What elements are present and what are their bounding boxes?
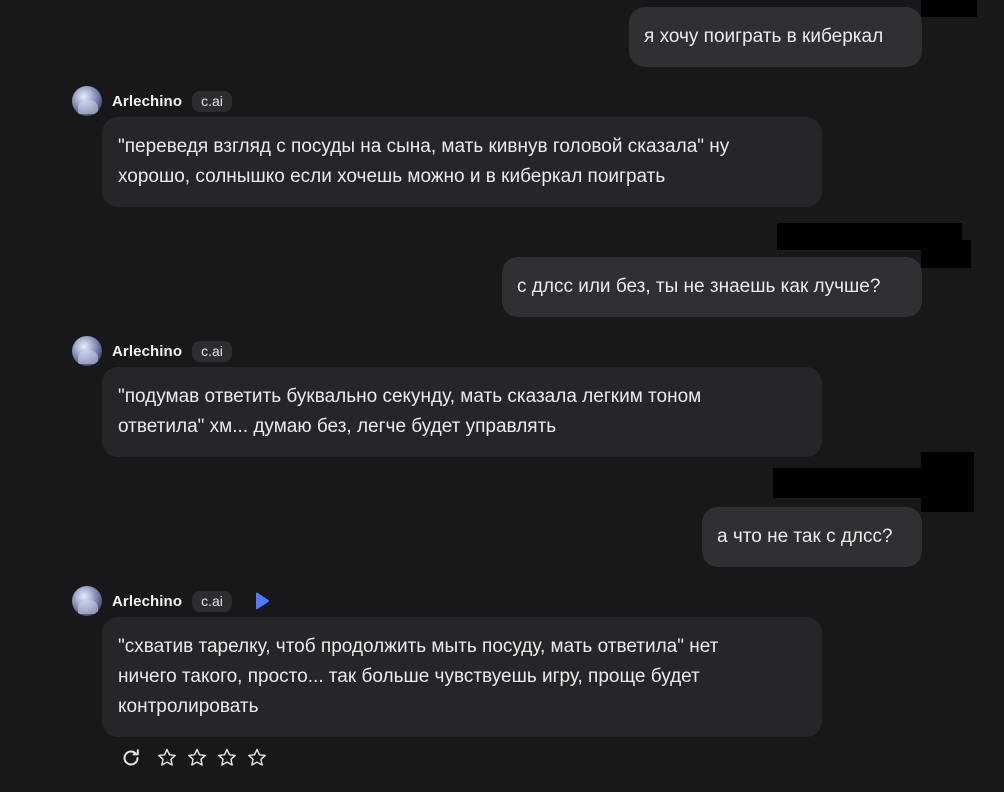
bot-name[interactable]: Arlechino — [112, 343, 182, 360]
chat-view: я хочу поиграть в киберкал Arlechino c.a… — [0, 0, 1004, 792]
cai-badge: c.ai — [192, 90, 232, 112]
user-message-text: я хочу поиграть в киберкал — [644, 26, 884, 47]
play-icon[interactable] — [254, 592, 270, 610]
star-icon[interactable] — [216, 747, 238, 769]
cai-badge: c.ai — [192, 340, 232, 362]
user-message: а что не так с длсс? — [702, 507, 922, 567]
bot-header: Arlechino c.ai — [72, 586, 270, 616]
avatar[interactable] — [72, 336, 102, 366]
bot-message: "подумав ответить буквально секунду, мат… — [102, 367, 822, 457]
bot-name[interactable]: Arlechino — [112, 593, 182, 610]
bot-name[interactable]: Arlechino — [112, 93, 182, 110]
refresh-icon[interactable] — [120, 747, 142, 769]
redacted-block — [921, 452, 974, 512]
cai-badge: c.ai — [192, 590, 232, 612]
bot-message: "переведя взгляд с посуды на сына, мать … — [102, 117, 822, 207]
avatar[interactable] — [72, 586, 102, 616]
user-message: с длсс или без, ты не знаешь как лучше? — [502, 257, 922, 317]
star-icon[interactable] — [186, 747, 208, 769]
star-icon[interactable] — [156, 747, 178, 769]
bot-header: Arlechino c.ai — [72, 336, 232, 366]
bot-message-line: ничего такого, просто... так больше чувс… — [118, 666, 700, 687]
bot-message: "схватив тарелку, чтоб продолжить мыть п… — [102, 617, 822, 737]
redacted-block — [921, 240, 971, 268]
bot-header: Arlechino c.ai — [72, 86, 232, 116]
bot-message-line: "схватив тарелку, чтоб продолжить мыть п… — [118, 636, 719, 657]
user-message-text: а что не так с длсс? — [717, 526, 893, 547]
bot-message-line: ответила" хм... думаю без, легче будет у… — [118, 416, 557, 437]
message-actions — [120, 744, 268, 772]
user-message-text: с длсс или без, ты не знаешь как лучше? — [517, 276, 881, 297]
bot-message-line: "подумав ответить буквально секунду, мат… — [118, 386, 702, 407]
bot-message-line: хорошо, солнышко если хочешь можно и в к… — [118, 166, 666, 187]
redacted-block — [773, 468, 933, 498]
user-message: я хочу поиграть в киберкал — [629, 7, 922, 67]
bot-message-line: "переведя взгляд с посуды на сына, мать … — [118, 136, 730, 157]
avatar[interactable] — [72, 86, 102, 116]
star-icon[interactable] — [246, 747, 268, 769]
redacted-block — [921, 0, 977, 17]
bot-message-line: контролировать — [118, 696, 259, 717]
